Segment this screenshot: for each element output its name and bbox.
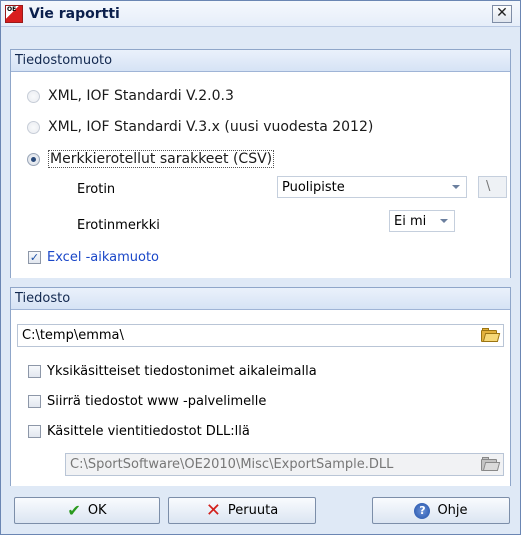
folder-open-icon[interactable] bbox=[481, 457, 501, 471]
cancel-button-label: Peruuta bbox=[227, 503, 279, 518]
ok-button-label: OK bbox=[87, 503, 107, 518]
excel-time-label: Excel -aikamuoto bbox=[47, 250, 160, 265]
file-format-header: Tiedostomuoto bbox=[11, 50, 510, 72]
x-icon: ✕ bbox=[205, 499, 221, 521]
text-marker-dropdown[interactable]: Ei mi bbox=[389, 210, 455, 232]
radio-xml-v2-label: XML, IOF Standardi V.2.0.3 bbox=[48, 88, 234, 104]
file-header: Tiedosto bbox=[11, 288, 510, 310]
radio-button[interactable] bbox=[27, 120, 40, 134]
file-path-value: C:\temp\emma\ bbox=[22, 328, 124, 343]
unique-names-checkbox[interactable]: Yksikäsitteiset tiedostonimet aikaleimal… bbox=[28, 364, 317, 379]
chevron-down-icon bbox=[452, 185, 460, 189]
help-button[interactable]: ? Ohje bbox=[372, 497, 510, 524]
dll-checkbox[interactable]: Käsittele vientitiedostot DLL:llä bbox=[28, 424, 250, 439]
checkmark-icon: ✔ bbox=[67, 500, 81, 520]
radio-button[interactable] bbox=[27, 89, 40, 103]
separator-label: Erotin bbox=[77, 182, 116, 197]
checkbox-unchecked-icon[interactable] bbox=[28, 395, 41, 408]
help-button-label: Ohje bbox=[437, 503, 468, 518]
help-icon: ? bbox=[414, 502, 431, 519]
separator-value: Puolipiste bbox=[282, 180, 345, 195]
chevron-down-icon bbox=[440, 219, 448, 223]
radio-csv-label: Merkkierotellut sarakkeet (CSV) bbox=[48, 150, 275, 168]
window-title: Vie raportti bbox=[29, 6, 120, 22]
upload-label: Siirrä tiedostot www -palvelimelle bbox=[47, 394, 267, 409]
excel-time-checkbox[interactable]: ✓ Excel -aikamuoto bbox=[28, 250, 159, 265]
checkbox-unchecked-icon[interactable] bbox=[28, 365, 41, 378]
close-button[interactable]: ✕ bbox=[492, 5, 512, 23]
folder-open-icon[interactable] bbox=[481, 328, 501, 342]
dll-label: Käsittele vientitiedostot DLL:llä bbox=[47, 424, 250, 439]
cancel-button[interactable]: ✕ Peruuta bbox=[168, 497, 316, 524]
checkbox-unchecked-icon[interactable] bbox=[28, 425, 41, 438]
radio-xml-v3[interactable]: XML, IOF Standardi V.3.x (uusi vuodesta … bbox=[27, 119, 373, 135]
dll-path-field[interactable]: C:\SportSoftware\OE2010\Misc\ExportSampl… bbox=[65, 453, 504, 476]
ok-button[interactable]: ✔ OK bbox=[14, 497, 160, 524]
separator-char-field[interactable]: \ bbox=[478, 176, 507, 198]
text-marker-value: Ei mi bbox=[394, 214, 427, 229]
file-path-field[interactable]: C:\temp\emma\ bbox=[17, 324, 504, 347]
separator-char-value: \ bbox=[486, 179, 491, 194]
file-format-group: Tiedostomuoto XML, IOF Standardi V.2.0.3… bbox=[10, 49, 511, 278]
unique-names-label: Yksikäsitteiset tiedostonimet aikaleimal… bbox=[47, 364, 317, 379]
oe-app-icon: OE bbox=[5, 5, 23, 23]
radio-button[interactable] bbox=[27, 152, 40, 166]
separator-dropdown[interactable]: Puolipiste bbox=[277, 176, 467, 198]
title-bar: OE Vie raportti ✕ bbox=[1, 1, 520, 27]
text-marker-label: Erotinmerkki bbox=[77, 218, 160, 233]
file-group: Tiedosto C:\temp\emma\ Yksikäsitteiset t… bbox=[10, 287, 511, 486]
export-report-dialog: OE Vie raportti ✕ Tiedostomuoto XML, IOF… bbox=[0, 0, 521, 535]
dll-path-value: C:\SportSoftware\OE2010\Misc\ExportSampl… bbox=[70, 457, 394, 472]
checkbox-checked-icon[interactable]: ✓ bbox=[28, 251, 41, 264]
upload-checkbox[interactable]: Siirrä tiedostot www -palvelimelle bbox=[28, 394, 266, 409]
radio-csv[interactable]: Merkkierotellut sarakkeet (CSV) bbox=[27, 150, 275, 168]
radio-xml-v3-label: XML, IOF Standardi V.3.x (uusi vuodesta … bbox=[48, 119, 374, 135]
radio-xml-v2[interactable]: XML, IOF Standardi V.2.0.3 bbox=[27, 88, 234, 104]
